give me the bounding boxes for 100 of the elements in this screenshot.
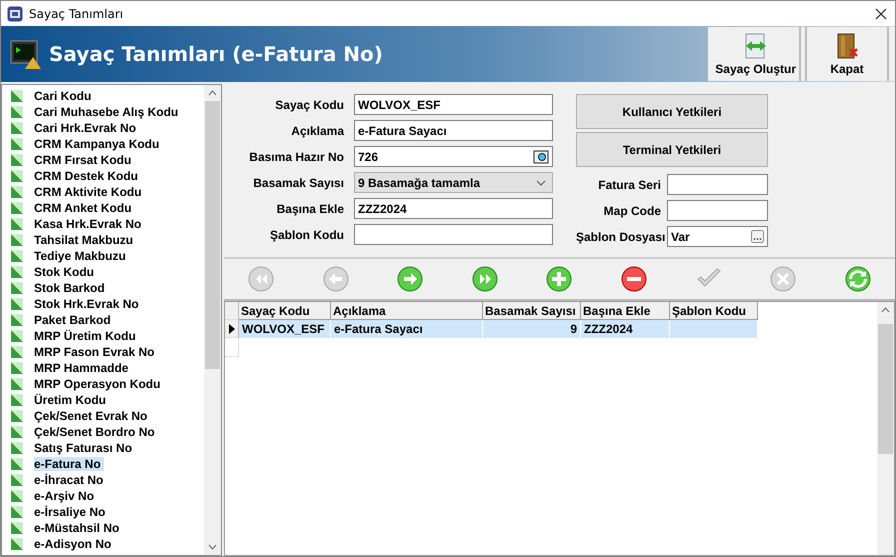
triangle-icon (10, 537, 24, 551)
table-cell: WOLVOX_ESF (239, 320, 331, 338)
scroll-down-icon[interactable] (208, 544, 217, 550)
triangle-icon (10, 505, 24, 519)
triangle-icon (10, 393, 24, 407)
sidebar-item[interactable]: CRM Aktivite Kodu (2, 184, 204, 200)
input-field[interactable]: Var (667, 226, 768, 247)
nav-button-icon[interactable] (472, 266, 498, 292)
nav-button-icon[interactable] (546, 266, 572, 292)
sidebar-item[interactable]: e-İhracat No (2, 472, 204, 488)
toolbar-button[interactable]: Kapat (805, 27, 889, 81)
sidebar-item[interactable]: Stok Barkod (2, 280, 204, 296)
triangle-icon (10, 105, 24, 119)
app-icon (7, 6, 23, 22)
column-header[interactable]: Sayaç Kodu (239, 302, 331, 320)
triangle-icon (10, 153, 24, 167)
sidebar-item[interactable]: Cari Kodu (2, 88, 204, 104)
field-label: Basıma Hazır No (248, 150, 344, 164)
field-label: Basamak Sayısı (252, 176, 344, 190)
input-field[interactable]: WOLVOX_ESF (354, 94, 553, 115)
triangle-icon (10, 249, 24, 263)
sidebar-item[interactable]: MRP Operasyon Kodu (2, 376, 204, 392)
sidebar-item[interactable]: Çek/Senet Bordro No (2, 424, 204, 440)
sidebar-item[interactable]: CRM Fırsat Kodu (2, 152, 204, 168)
sidebar-item[interactable]: MRP Fason Evrak No (2, 344, 204, 360)
dropdown[interactable]: 9 Basamağa tamamla (354, 172, 553, 193)
sidebar-item[interactable]: e-Müstahsil No (2, 520, 204, 536)
sidebar-item[interactable]: Stok Hrk.Evrak No (2, 296, 204, 312)
row-pointer-icon (228, 324, 234, 334)
table-cell: e-Fatura Sayacı (331, 320, 483, 338)
permissions-button[interactable]: Kullanıcı Yetkileri (576, 94, 768, 129)
triangle-icon (10, 489, 24, 503)
triangle-icon (10, 169, 24, 183)
input-field[interactable]: ZZZ2024 (354, 198, 553, 219)
triangle-icon (10, 521, 24, 535)
sidebar-item[interactable]: Cari Hrk.Evrak No (2, 120, 204, 136)
sidebar-item[interactable]: CRM Destek Kodu (2, 168, 204, 184)
table-cell: ZZZ2024 (581, 320, 670, 338)
scroll-up-icon[interactable] (881, 307, 890, 313)
nav-button-icon[interactable] (397, 266, 424, 292)
nav-button-icon[interactable] (844, 266, 871, 292)
sidebar-item[interactable]: Cari Muhasebe Alış Kodu (2, 104, 204, 120)
input-field[interactable]: e-Fatura Sayacı (354, 120, 553, 141)
nav-button-icon[interactable] (621, 266, 647, 292)
input-field[interactable] (667, 174, 768, 195)
field-label: Açıklama (290, 124, 344, 138)
sidebar-item[interactable]: e-Fatura No (2, 456, 204, 472)
sidebar-item[interactable]: MRP Hammadde (2, 360, 204, 376)
page-title: Sayaç Tanımları (e-Fatura No) (49, 42, 384, 66)
sidebar-item[interactable]: Satış Faturası No (2, 440, 204, 456)
scroll-up-icon[interactable] (208, 90, 217, 96)
triangle-icon (10, 457, 24, 471)
sidebar-item[interactable]: CRM Kampanya Kodu (2, 136, 204, 152)
row-indicator-cell (225, 338, 239, 357)
column-header[interactable]: Başına Ekle (581, 302, 670, 320)
ellipsis-icon[interactable] (751, 230, 764, 243)
table-cell: 9 (483, 320, 581, 338)
triangle-icon (10, 121, 24, 135)
column-header[interactable]: Şablon Kodu (670, 302, 758, 320)
scrollbar[interactable] (877, 302, 894, 555)
sidebar-item[interactable]: Stok Kodu (2, 264, 204, 280)
triangle-icon (10, 137, 24, 151)
field-label: Şablon Kodu (269, 228, 344, 242)
sidebar-item[interactable]: Tediye Makbuzu (2, 248, 204, 264)
triangle-icon (10, 441, 24, 455)
triangle-icon (10, 345, 24, 359)
triangle-icon (10, 265, 24, 279)
sidebar-item[interactable]: Kasa Hrk.Evrak No (2, 216, 204, 232)
triangle-icon (10, 425, 24, 439)
sidebar-item[interactable]: Paket Barkod (2, 312, 204, 328)
input-field[interactable] (667, 200, 768, 221)
close-icon[interactable] (875, 8, 887, 20)
sidebar-item[interactable]: e-Adisyon No (2, 536, 204, 552)
book-search-icon (533, 150, 549, 164)
sidebar-item[interactable]: Tahsilat Makbuzu (2, 232, 204, 248)
sidebar-item[interactable]: CRM Anket Kodu (2, 200, 204, 216)
triangle-icon (10, 89, 24, 103)
field-label: Fatura Seri (597, 178, 661, 192)
sidebar-item[interactable]: Çek/Senet Evrak No (2, 408, 204, 424)
input-field[interactable]: 726 (354, 146, 553, 167)
triangle-icon (10, 217, 24, 231)
scrollbar[interactable] (204, 85, 221, 555)
triangle-icon (10, 185, 24, 199)
column-header[interactable]: Açıklama (331, 302, 483, 320)
triangle-icon (10, 361, 24, 375)
triangle-icon (10, 473, 24, 487)
permissions-button[interactable]: Terminal Yetkileri (576, 132, 768, 167)
chevron-icon (536, 180, 546, 186)
triangle-icon (10, 297, 24, 311)
input-field[interactable] (354, 224, 553, 245)
window-title: Sayaç Tanımları (29, 6, 124, 20)
sidebar-item[interactable]: MRP Üretim Kodu (2, 328, 204, 344)
sidebar-item[interactable]: e-İrsaliye No (2, 504, 204, 520)
column-header[interactable]: Basamak Sayısı (483, 302, 581, 320)
triangle-icon (10, 329, 24, 343)
sidebar-item[interactable]: Üretim Kodu (2, 392, 204, 408)
triangle-icon (10, 201, 24, 215)
sidebar-item[interactable]: e-Arşiv No (2, 488, 204, 504)
triangle-icon (10, 313, 24, 327)
triangle-icon (10, 377, 24, 391)
